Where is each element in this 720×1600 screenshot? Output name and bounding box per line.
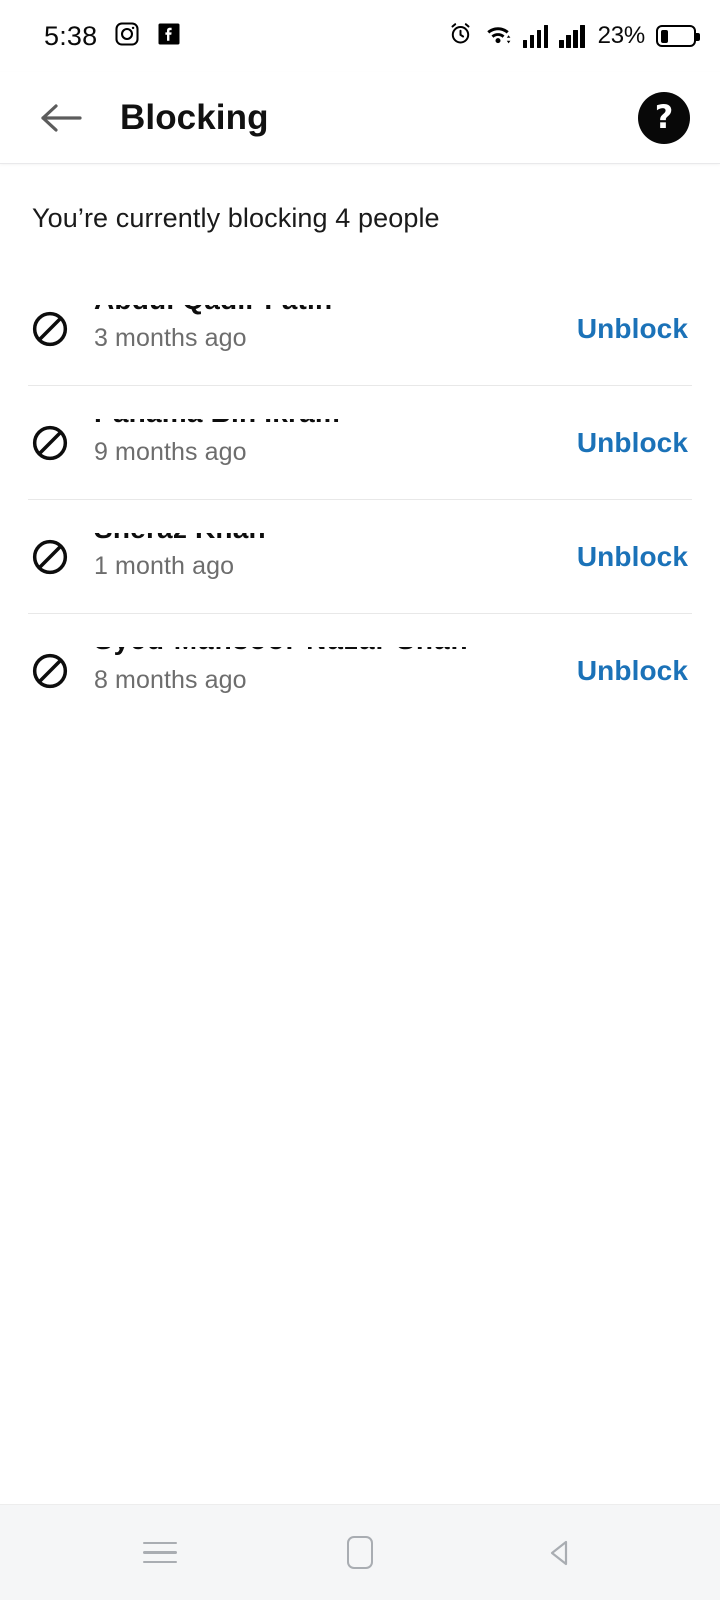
blocked-person-details: Syed Mansoor Nazar Shah 8 months ago: [94, 632, 555, 710]
block-circle-slash-icon: [28, 307, 72, 351]
battery-icon: [656, 25, 700, 47]
status-bar-right: 23%: [448, 21, 700, 51]
signal-sim1-icon: [522, 24, 549, 48]
status-clock: 5:38: [44, 20, 98, 51]
blocked-person-details: Sheraz Khan 1 month ago: [94, 518, 555, 596]
blocked-person-row[interactable]: Pahama Bin Ikram 9 months ago Unblock: [0, 386, 720, 500]
blocked-people-list: Abdul Qadir Fatih 3 months ago Unblock P…: [0, 272, 720, 728]
unblock-button[interactable]: Unblock: [575, 645, 690, 697]
blocked-person-name: Sheraz Khan: [94, 533, 266, 545]
wifi-icon: [484, 21, 512, 51]
facebook-icon: [157, 22, 181, 51]
page-title: Blocking: [120, 97, 269, 137]
recents-lines: [143, 1541, 177, 1564]
status-bar-left: 5:38: [44, 21, 181, 52]
blocked-person-name-clip: Abdul Qadir Fatih: [94, 305, 555, 318]
blocked-person-details: Pahama Bin Ikram 9 months ago: [94, 404, 555, 482]
recents-menu-icon[interactable]: [112, 1505, 208, 1600]
block-circle-slash-icon: [28, 535, 72, 579]
blocked-person-name-clip: Syed Mansoor Nazar Shah: [94, 647, 555, 660]
block-circle-slash-icon: [28, 421, 72, 465]
blocked-person-timestamp: 8 months ago: [94, 666, 247, 694]
blocked-person-row[interactable]: Syed Mansoor Nazar Shah 8 months ago Unb…: [0, 614, 720, 728]
home-square-icon[interactable]: [312, 1505, 408, 1600]
android-nav-bar: [0, 1504, 720, 1600]
blocked-person-timestamp: 9 months ago: [94, 438, 247, 466]
blocked-person-name: Abdul Qadir Fatih: [94, 305, 332, 316]
back-arrow-icon[interactable]: [30, 87, 92, 149]
blocking-summary-text: You’re currently blocking 4 people: [32, 203, 440, 233]
unblock-button[interactable]: Unblock: [575, 303, 690, 355]
blocked-person-name: Syed Mansoor Nazar Shah: [94, 647, 469, 656]
back-triangle-icon[interactable]: [512, 1505, 608, 1600]
status-bar: 5:38 23%: [0, 0, 720, 72]
blocked-person-timestamp: 1 month ago: [94, 552, 235, 580]
home-square: [347, 1536, 373, 1569]
blocked-person-name: Pahama Bin Ikram: [94, 419, 340, 429]
phone-screen: 5:38 23% Blocking ? You’re currently blo…: [0, 0, 720, 1600]
blocked-person-name-clip: Sheraz Khan: [94, 533, 555, 546]
blocked-person-row[interactable]: Abdul Qadir Fatih 3 months ago Unblock: [0, 272, 720, 386]
instagram-icon: [114, 21, 140, 52]
block-circle-slash-icon: [28, 649, 72, 693]
blocked-person-details: Abdul Qadir Fatih 3 months ago: [94, 290, 555, 368]
battery-percent-label: 23%: [597, 22, 646, 49]
unblock-button[interactable]: Unblock: [575, 417, 690, 469]
alarm-clock-icon: [448, 21, 473, 51]
help-glyph: ?: [654, 97, 674, 136]
signal-sim2-icon: [559, 24, 585, 48]
help-question-icon[interactable]: ?: [638, 91, 690, 144]
blocked-person-row[interactable]: Sheraz Khan 1 month ago Unblock: [0, 500, 720, 614]
main-content: You’re currently blocking 4 people Abdul…: [0, 164, 720, 1504]
blocked-person-timestamp: 3 months ago: [94, 324, 247, 352]
unblock-button[interactable]: Unblock: [575, 531, 690, 583]
blocked-person-name-clip: Pahama Bin Ikram: [94, 419, 555, 432]
app-bar: Blocking ?: [0, 72, 720, 164]
